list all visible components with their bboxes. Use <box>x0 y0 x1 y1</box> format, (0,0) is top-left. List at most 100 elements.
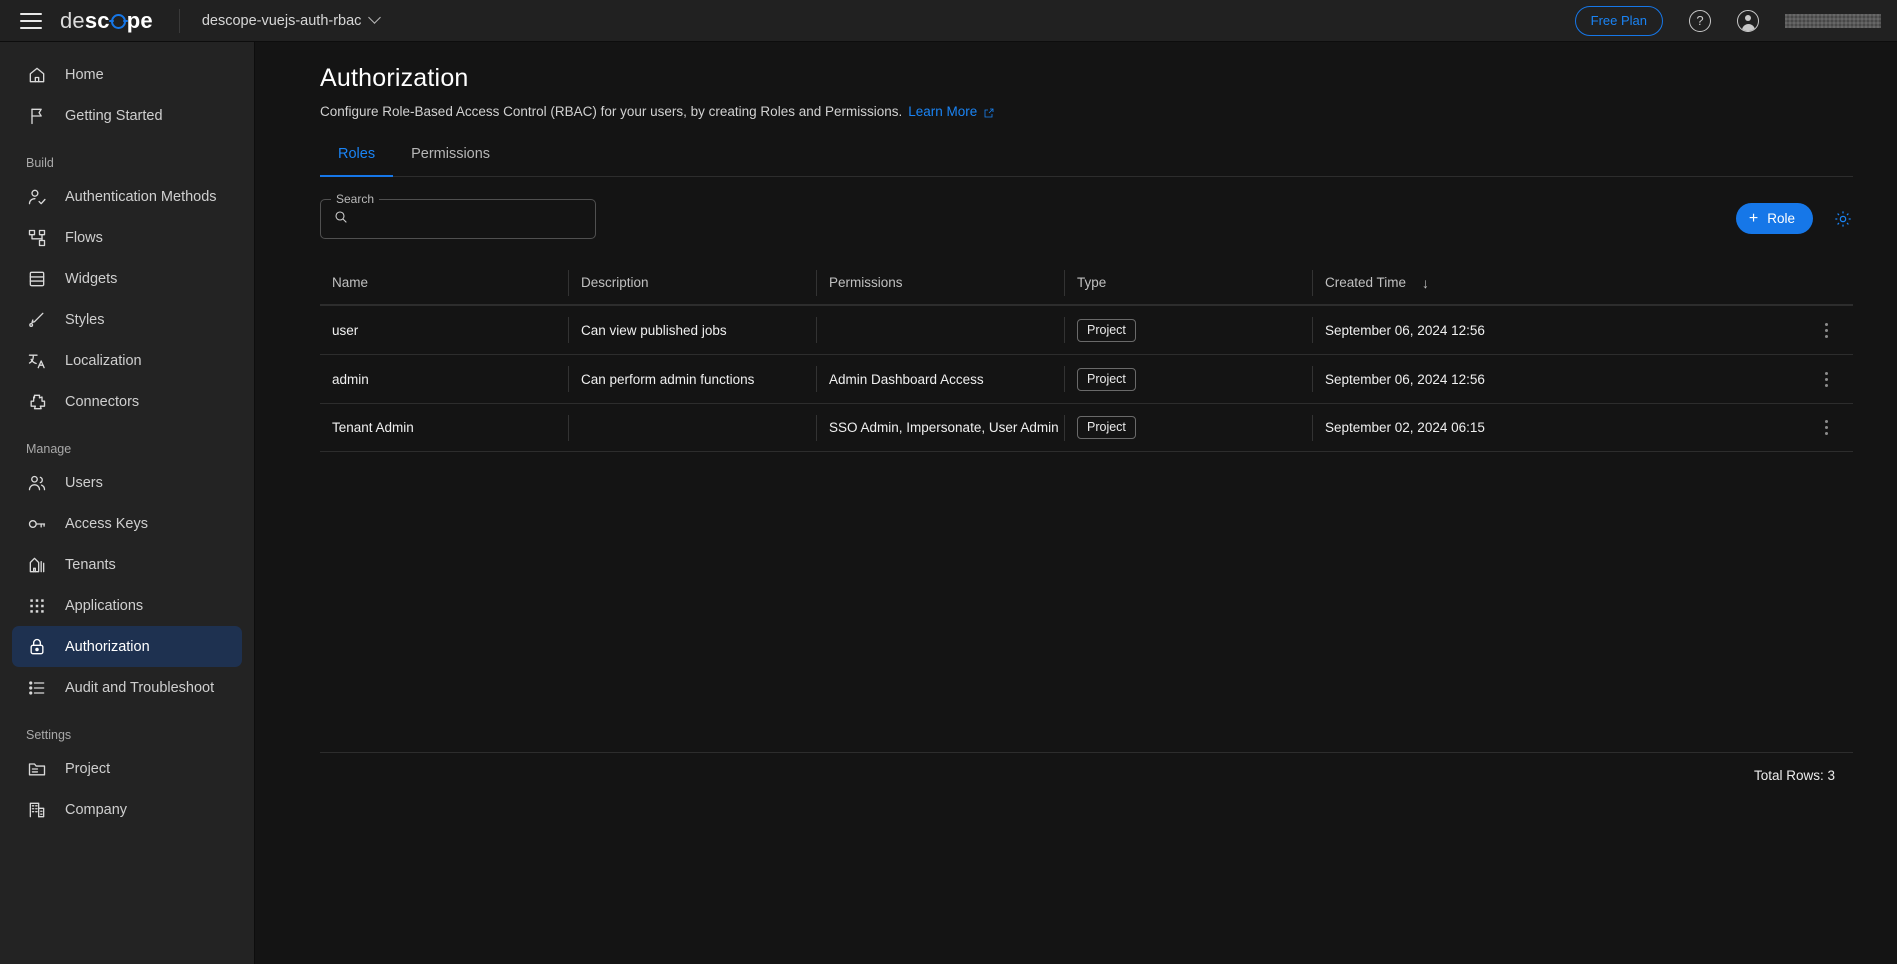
sidebar-item-company[interactable]: Company <box>12 789 242 830</box>
folder-icon <box>26 758 47 779</box>
column-header-type[interactable]: Type <box>1064 270 1312 296</box>
kebab-menu-icon <box>1825 372 1828 387</box>
sidebar-item-label: Widgets <box>65 271 117 287</box>
column-header-permissions[interactable]: Permissions <box>816 270 1064 296</box>
sidebar-item-tenants[interactable]: Tenants <box>12 544 242 585</box>
sidebar-item-label: Project <box>65 761 110 777</box>
descope-logo: descpe <box>60 8 153 34</box>
page-description: Configure Role-Based Access Control (RBA… <box>256 93 1897 119</box>
logo-text-part-1: de <box>60 8 85 34</box>
main-content: Authorization Configure Role-Based Acces… <box>256 42 1897 964</box>
cell-description: Can perform admin functions <box>568 366 816 392</box>
gear-icon[interactable] <box>1833 209 1853 229</box>
users-icon <box>26 472 47 493</box>
home-icon <box>26 64 47 85</box>
row-actions-menu-button[interactable] <box>1799 420 1853 435</box>
cell-type: Project <box>1064 415 1312 441</box>
sidebar-item-flows[interactable]: Flows <box>12 217 242 258</box>
sidebar-item-localization[interactable]: Localization <box>12 340 242 381</box>
sidebar-item-access-keys[interactable]: Access Keys <box>12 503 242 544</box>
sidebar-item-label: Audit and Troubleshoot <box>65 680 214 696</box>
table-row[interactable]: admin Can perform admin functions Admin … <box>320 354 1853 403</box>
cell-description: Can view published jobs <box>568 317 816 343</box>
puzzle-icon <box>26 391 47 412</box>
roles-table: Name Description Permissions Type Create… <box>320 261 1853 452</box>
logo-text-part-3: pe <box>127 8 153 34</box>
grid-apps-icon <box>26 595 47 616</box>
key-icon <box>26 513 47 534</box>
sidebar-item-label: Localization <box>65 353 142 369</box>
sidebar: Home Getting Started Build Authenticatio… <box>0 42 255 964</box>
sidebar-item-authorization[interactable]: Authorization <box>12 626 242 667</box>
external-link-icon[interactable] <box>983 107 995 119</box>
column-header-name[interactable]: Name <box>320 275 568 290</box>
sidebar-item-users[interactable]: Users <box>12 462 242 503</box>
lock-icon <box>26 636 47 657</box>
top-bar-right: Free Plan ? <box>1575 6 1897 36</box>
cell-name: admin <box>320 372 568 387</box>
table-footer: Total Rows: 3 <box>320 752 1853 798</box>
plus-icon: + <box>1749 211 1758 227</box>
toolbar-actions: + Role <box>1736 199 1853 234</box>
cell-name: user <box>320 323 568 338</box>
list-icon <box>26 677 47 698</box>
cell-description <box>568 415 816 441</box>
search-input[interactable] <box>357 211 567 227</box>
table-row[interactable]: user Can view published jobs Project Sep… <box>320 305 1853 354</box>
search-icon <box>333 209 349 230</box>
row-actions-menu-button[interactable] <box>1799 372 1853 387</box>
sidebar-item-label: Authorization <box>65 639 150 655</box>
tab-roles[interactable]: Roles <box>320 146 393 177</box>
sidebar-item-connectors[interactable]: Connectors <box>12 381 242 422</box>
divider <box>179 9 180 33</box>
cell-created-time: September 06, 2024 12:56 <box>1312 366 1799 392</box>
flow-chart-icon <box>26 227 47 248</box>
sidebar-item-label: Tenants <box>65 557 116 573</box>
sidebar-item-home[interactable]: Home <box>12 54 242 95</box>
free-plan-button[interactable]: Free Plan <box>1575 6 1663 36</box>
tab-permissions[interactable]: Permissions <box>393 146 508 177</box>
status-badge: Project <box>1077 368 1136 391</box>
brush-icon <box>26 309 47 330</box>
add-role-button-label: Role <box>1767 211 1795 226</box>
cell-type: Project <box>1064 317 1312 343</box>
sidebar-item-getting-started[interactable]: Getting Started <box>12 95 242 136</box>
hamburger-icon[interactable] <box>20 13 42 29</box>
cell-permissions: Admin Dashboard Access <box>816 366 1064 392</box>
sidebar-item-label: Home <box>65 67 104 83</box>
sidebar-item-label: Company <box>65 802 127 818</box>
search-label: Search <box>331 192 379 206</box>
chevron-down-icon <box>369 11 382 24</box>
total-rows-label: Total Rows: 3 <box>1754 768 1835 783</box>
learn-more-link[interactable]: Learn More <box>908 104 977 119</box>
sidebar-item-label: Getting Started <box>65 108 163 124</box>
sidebar-item-authentication-methods[interactable]: Authentication Methods <box>12 176 242 217</box>
column-header-description[interactable]: Description <box>568 270 816 296</box>
add-role-button[interactable]: + Role <box>1736 203 1813 234</box>
account-avatar-icon[interactable] <box>1737 10 1759 32</box>
tab-bar: Roles Permissions <box>320 145 1853 177</box>
sidebar-item-project[interactable]: Project <box>12 748 242 789</box>
search-field[interactable]: Search <box>320 199 596 239</box>
sidebar-item-audit-and-troubleshoot[interactable]: Audit and Troubleshoot <box>12 667 242 708</box>
column-header-created-time[interactable]: Created Time ↓ <box>1312 270 1799 296</box>
sidebar-group-build: Build <box>0 156 254 170</box>
table-row[interactable]: Tenant Admin SSO Admin, Impersonate, Use… <box>320 403 1853 452</box>
sidebar-item-label: Access Keys <box>65 516 148 532</box>
sidebar-item-label: Connectors <box>65 394 139 410</box>
sidebar-item-styles[interactable]: Styles <box>12 299 242 340</box>
sidebar-item-widgets[interactable]: Widgets <box>12 258 242 299</box>
column-header-created-time-label: Created Time <box>1325 275 1406 290</box>
translate-icon <box>26 350 47 371</box>
cell-created-time: September 02, 2024 06:15 <box>1312 415 1799 441</box>
user-check-icon <box>26 186 47 207</box>
toolbar: Search + Role <box>320 199 1853 239</box>
sidebar-item-applications[interactable]: Applications <box>12 585 242 626</box>
cell-name: Tenant Admin <box>320 420 568 435</box>
project-selector[interactable]: descope-vuejs-auth-rbac <box>202 13 380 29</box>
help-icon[interactable]: ? <box>1689 10 1711 32</box>
row-actions-menu-button[interactable] <box>1799 323 1853 338</box>
sort-descending-icon[interactable]: ↓ <box>1422 275 1429 291</box>
cell-created-time: September 06, 2024 12:56 <box>1312 317 1799 343</box>
cell-permissions <box>816 317 1064 343</box>
